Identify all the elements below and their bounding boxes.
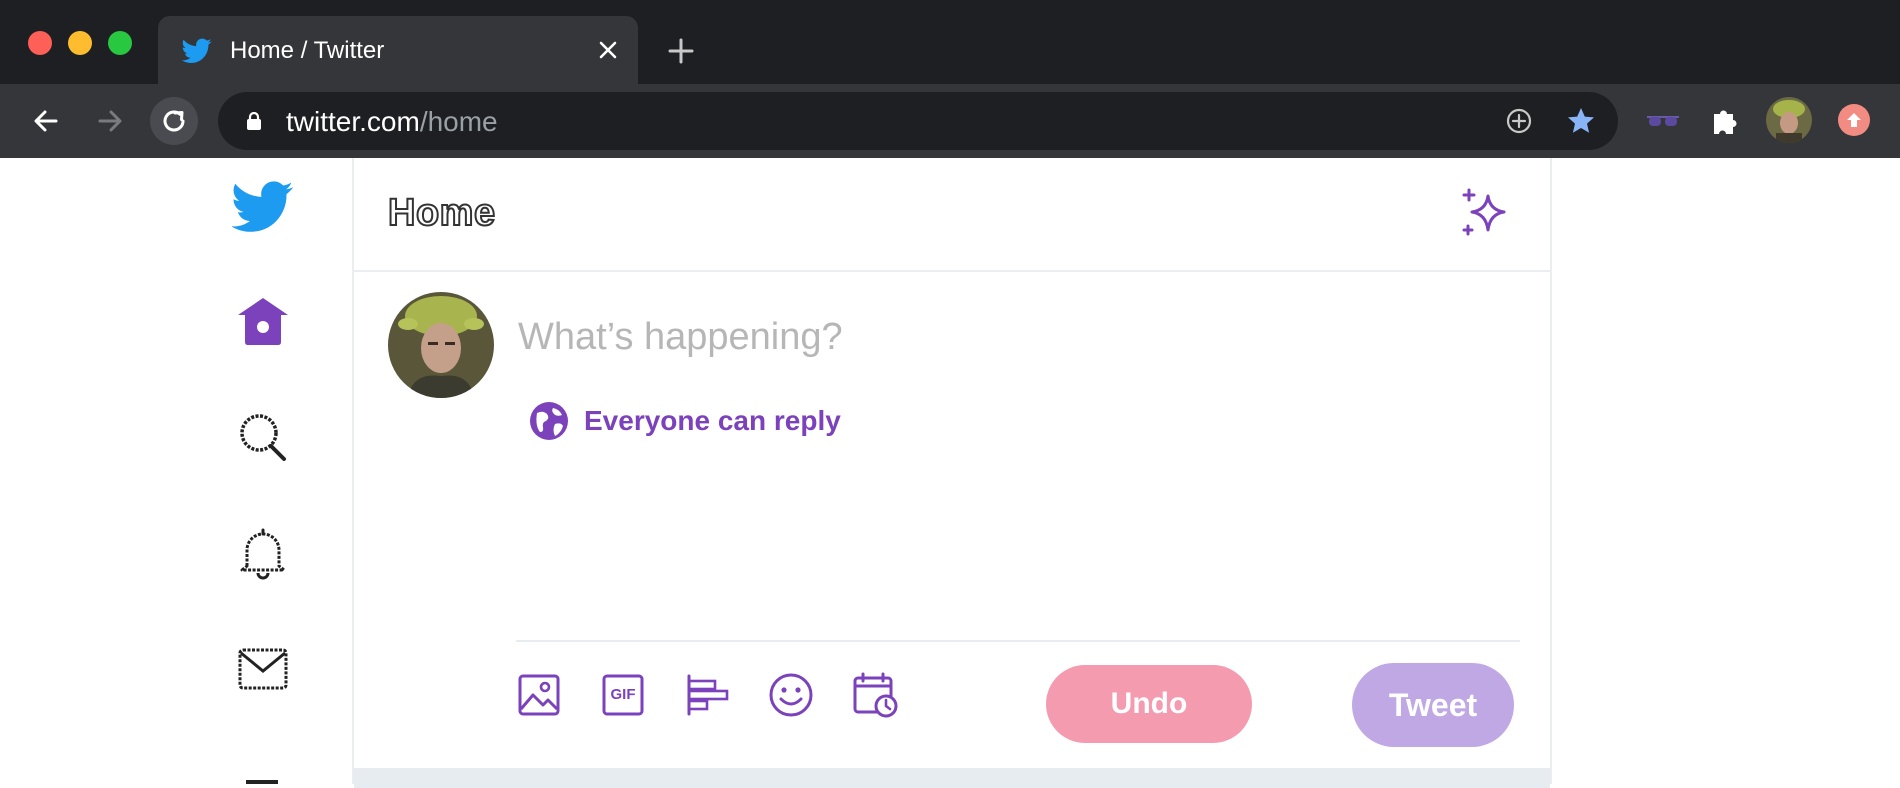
url-domain: twitter.com — [286, 106, 420, 137]
forward-icon — [98, 110, 122, 132]
sidebar-item-messages[interactable] — [228, 634, 298, 704]
tweet-input[interactable] — [516, 310, 1500, 364]
timeline-header: Home — [354, 158, 1550, 272]
reload-button[interactable] — [150, 97, 198, 145]
twitter-bird-icon — [232, 181, 293, 232]
forward-button[interactable] — [86, 97, 134, 145]
tweet-button[interactable]: Tweet — [1352, 663, 1514, 747]
undo-button[interactable]: Undo — [1046, 665, 1252, 743]
avatar-image — [388, 292, 494, 398]
url-path: /home — [419, 106, 498, 137]
composer-divider — [516, 640, 1520, 642]
add-emoji-button[interactable] — [768, 672, 814, 718]
schedule-button[interactable] — [852, 672, 898, 718]
url-text: twitter.com/home — [286, 106, 498, 138]
poll-icon — [687, 674, 729, 716]
gif-label: GIF — [610, 686, 636, 703]
tab-title: Home / Twitter — [230, 37, 385, 64]
minimize-window-button[interactable] — [68, 31, 92, 55]
home-icon — [238, 298, 288, 345]
globe-icon — [530, 402, 568, 440]
page-title: Home — [387, 191, 496, 235]
sidebar-item-logo[interactable] — [228, 172, 298, 242]
address-bar[interactable]: twitter.com/home — [218, 92, 1618, 150]
glasses-extension-icon[interactable] — [1644, 102, 1682, 140]
mail-icon — [238, 648, 288, 690]
sparkle-icon[interactable] — [1460, 188, 1510, 238]
star-icon[interactable] — [1566, 106, 1596, 136]
add-poll-button[interactable] — [684, 672, 730, 718]
back-icon — [34, 110, 58, 132]
add-image-button[interactable] — [516, 672, 562, 718]
tweet-composer: Everyone can reply GIF — [354, 272, 1550, 768]
close-tab-icon[interactable] — [596, 38, 620, 62]
main-timeline: Home What’s happening? Everyone can repl… — [352, 158, 1552, 788]
sidebar-item-home[interactable] — [228, 286, 298, 356]
avatar[interactable] — [388, 292, 494, 398]
update-button[interactable] — [1838, 104, 1870, 136]
reload-icon — [163, 110, 185, 132]
new-tab-icon[interactable] — [666, 36, 696, 66]
image-icon — [518, 674, 560, 716]
browser-tab[interactable]: Home / Twitter — [158, 16, 638, 84]
update-icon — [1847, 113, 1861, 127]
profile-avatar[interactable] — [1766, 97, 1812, 143]
puzzle-extension-icon[interactable] — [1706, 102, 1744, 140]
browser-tab-bar: Home / Twitter — [0, 0, 1900, 84]
close-window-button[interactable] — [28, 31, 52, 55]
add-icon[interactable] — [1504, 106, 1534, 136]
twitter-favicon-icon — [182, 38, 212, 63]
lock-icon — [247, 112, 261, 130]
profile-avatar-image — [1766, 97, 1812, 143]
emoji-icon — [769, 673, 813, 717]
twitter-page: Home What’s happening? Everyone can repl… — [0, 158, 1900, 788]
bell-icon — [240, 528, 286, 580]
add-gif-button[interactable]: GIF — [600, 672, 646, 718]
sidebar-item-notifications[interactable] — [228, 518, 298, 588]
maximize-window-button[interactable] — [108, 31, 132, 55]
sidebar-nav — [210, 158, 350, 784]
reply-setting-button[interactable]: Everyone can reply — [528, 400, 841, 442]
sidebar-item-explore[interactable] — [228, 402, 298, 472]
sidebar-item-partial — [246, 780, 278, 784]
browser-toolbar: twitter.com/home — [0, 84, 1900, 158]
schedule-icon — [853, 672, 898, 718]
search-icon — [240, 414, 286, 461]
timeline-separator — [354, 768, 1550, 788]
back-button[interactable] — [22, 97, 70, 145]
reply-setting-label: Everyone can reply — [584, 405, 841, 436]
